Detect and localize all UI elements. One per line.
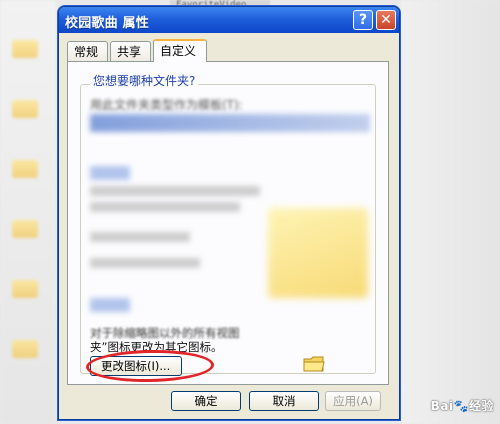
folder-icons-description-line1: 对于除缩略图以外的所有视图 [90,326,240,340]
folder-icon [303,356,325,372]
blurred-text-line [90,186,260,196]
customize-panel: 您想要哪种文件夹? 用此文件夹类型作为模板(T): 对于除缩略图以外的所有视图 … [67,61,389,385]
blurred-text-line [90,202,240,212]
template-select[interactable] [90,114,370,132]
dialog-titlebar[interactable]: 校园歌曲 属性 ? ✕ [59,7,399,33]
blurred-button [90,258,200,268]
cancel-button[interactable]: 取消 [249,391,319,411]
template-label: 用此文件夹类型作为模板(T): [90,98,243,112]
tab-customize[interactable]: 自定义 [153,39,207,62]
blurred-section-heading [90,298,130,312]
blurred-section-heading [90,166,130,180]
blurred-button [90,232,190,242]
watermark-suffix: 经验 [468,399,494,413]
close-button[interactable]: ✕ [376,10,396,30]
background-folder-icon [12,340,38,358]
background-right-pane [400,0,500,424]
help-button[interactable]: ? [353,10,373,30]
background-folder-icon [12,40,38,58]
close-icon: ✕ [380,12,392,28]
background-sidebar [0,0,56,424]
watermark: Bai🐾经验 [431,397,494,414]
watermark-text: Bai [430,399,454,413]
folder-preview [268,208,368,298]
help-icon: ? [358,12,368,28]
tab-general[interactable]: 常规 [67,41,108,61]
background-folder-icon [12,280,38,298]
folder-icons-description: 对于除缩略图以外的所有视图 夹”图标更改为其它图标。 [90,326,330,354]
ok-button[interactable]: 确定 [171,391,241,411]
apply-button[interactable]: 应用(A) [325,391,381,411]
background-folder-icon [12,160,38,178]
background-folder-icon [12,100,38,118]
properties-dialog: 校园歌曲 属性 ? ✕ 常规 共享 自定义 您想要哪种文件夹? 用此文件夹类型作… [58,6,400,420]
paw-icon: 🐾 [453,399,469,413]
dialog-title: 校园歌曲 属性 [65,16,149,31]
tab-sharing[interactable]: 共享 [110,41,151,61]
folder-type-heading: 您想要哪种文件夹? [90,72,199,89]
background-folder-icon [12,220,38,238]
